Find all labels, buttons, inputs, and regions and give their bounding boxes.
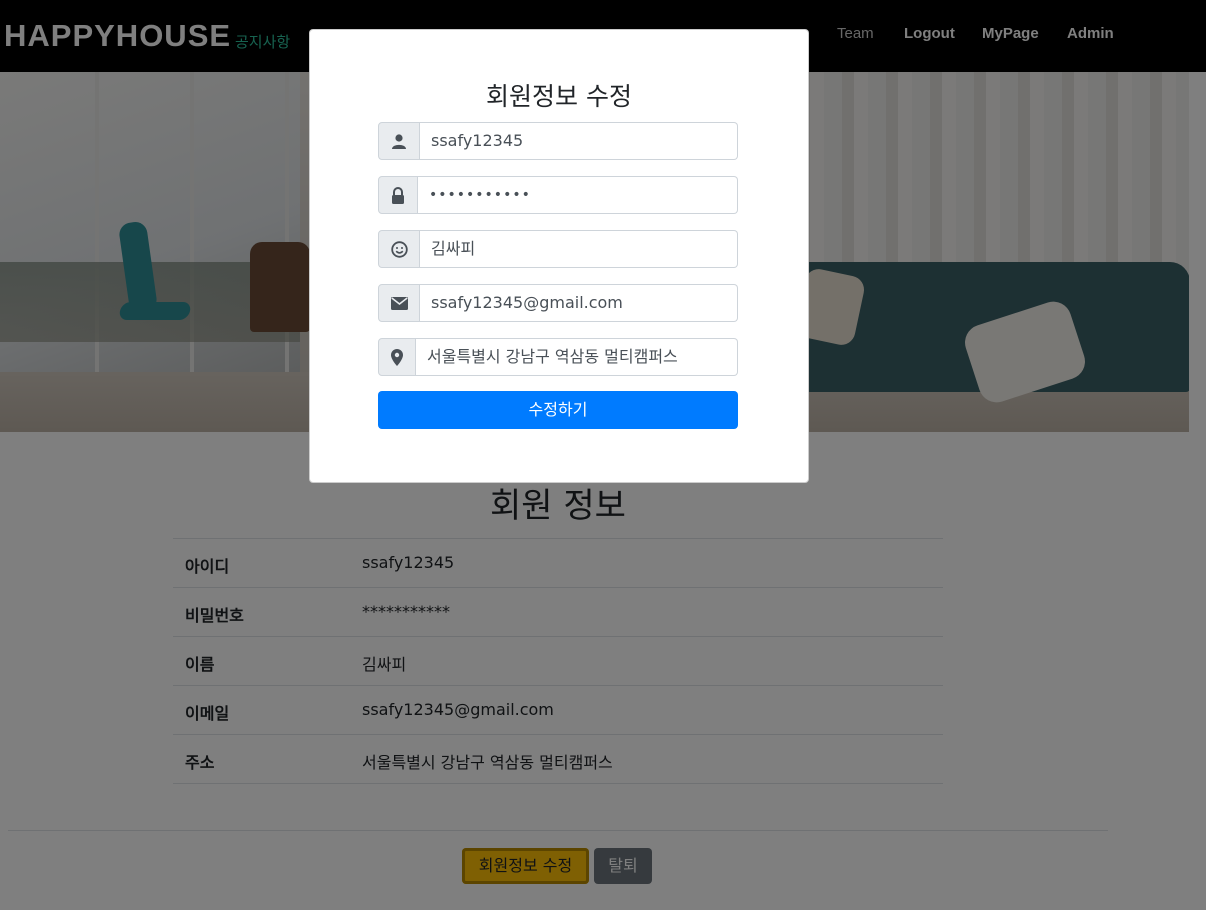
id-input[interactable]: ssafy12345 bbox=[419, 122, 738, 160]
name-input-group: 김싸피 bbox=[378, 230, 738, 268]
modal-title: 회원정보 수정 bbox=[486, 82, 632, 111]
envelope-icon bbox=[378, 284, 420, 322]
name-input[interactable]: 김싸피 bbox=[419, 230, 738, 268]
address-input[interactable]: 서울특별시 강남구 역삼동 멀티캠퍼스 bbox=[415, 338, 738, 376]
email-input-group: ssafy12345@gmail.com bbox=[378, 284, 738, 322]
map-marker-icon bbox=[378, 338, 416, 376]
edit-member-modal: 회원정보 수정 ssafy12345 ••••••••••• 김싸피 ssafy… bbox=[309, 29, 809, 483]
smile-icon bbox=[378, 230, 420, 268]
id-input-group: ssafy12345 bbox=[378, 122, 738, 160]
submit-edit-button[interactable]: 수정하기 bbox=[378, 391, 738, 429]
user-icon bbox=[378, 122, 420, 160]
password-input-group: ••••••••••• bbox=[378, 176, 738, 214]
password-input[interactable]: ••••••••••• bbox=[417, 176, 738, 214]
address-input-group: 서울특별시 강남구 역삼동 멀티캠퍼스 bbox=[378, 338, 738, 376]
email-input[interactable]: ssafy12345@gmail.com bbox=[419, 284, 738, 322]
lock-icon bbox=[378, 176, 418, 214]
